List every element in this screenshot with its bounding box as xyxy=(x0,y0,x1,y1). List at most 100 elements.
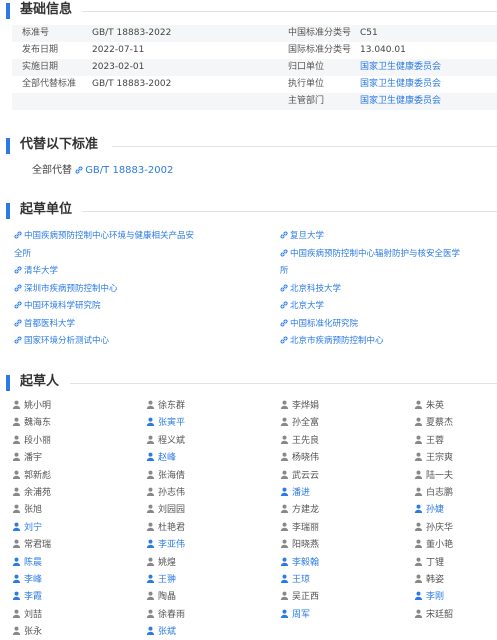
drafter-name: 李烨娟 xyxy=(292,401,320,411)
person-icon xyxy=(280,452,289,462)
drafter-name: 刘宁 xyxy=(24,522,43,533)
drafter-name: 陶晶 xyxy=(158,592,177,603)
info-link[interactable]: 国家卫生健康委员会 xyxy=(360,59,441,76)
drafting-unit-name: 首都医科大学 xyxy=(24,318,76,329)
drafter-item[interactable]: 李亚伟 xyxy=(146,538,185,552)
info-label: 全部代替标准 xyxy=(22,79,77,89)
drafter-name: 李毅翰 xyxy=(292,557,320,568)
section-replaces: 代替以下标准 xyxy=(0,135,497,157)
drafter-item: 姚煌 xyxy=(146,556,176,570)
drafting-unit-link[interactable]: 北京市疾病预防控制中心 xyxy=(280,334,384,348)
drafting-unit-link[interactable]: 全所 xyxy=(14,247,31,261)
drafter-item[interactable]: 李峰 xyxy=(12,573,42,587)
section-divider xyxy=(82,211,497,212)
drafting-unit-link[interactable]: 复旦大学 xyxy=(280,229,324,243)
drafter-item: 张旭 xyxy=(12,503,42,517)
link-icon xyxy=(280,301,288,309)
replaces-link[interactable]: GB/T 18883-2002 xyxy=(85,165,173,176)
info-row: 实施日期 2023-02-01 归口单位 国家卫生健康委员会 xyxy=(12,59,497,76)
person-icon xyxy=(146,400,155,409)
section-basic-info: 基础信息 xyxy=(0,0,497,22)
drafter-item: 吴正西 xyxy=(280,590,319,604)
drafting-unit-link[interactable]: 中国疾病预防控制中心环境与健康相关产品安 xyxy=(14,229,194,243)
person-icon xyxy=(12,539,21,549)
person-icon xyxy=(146,487,155,496)
drafting-unit-link[interactable]: 首都医科大学 xyxy=(14,317,75,331)
link-icon xyxy=(14,336,22,344)
replaces-label: 全部代替 xyxy=(32,165,72,176)
info-label: 执行单位 xyxy=(288,79,325,89)
drafter-item[interactable]: 张斌 xyxy=(146,625,176,639)
person-icon xyxy=(414,417,423,427)
info-value: GB/T 18883-2022 xyxy=(92,28,172,38)
person-icon xyxy=(414,591,423,601)
drafter-name: 李刚 xyxy=(426,592,445,603)
person-icon xyxy=(146,470,155,479)
person-icon xyxy=(12,591,21,601)
person-icon xyxy=(414,539,423,549)
drafter-name: 陆一夫 xyxy=(426,470,454,481)
link-icon xyxy=(280,319,288,327)
info-value: 2023-02-01 xyxy=(92,62,145,72)
drafting-unit-name: 全所 xyxy=(14,248,32,259)
drafter-name: 赵峰 xyxy=(158,453,177,464)
drafter-item[interactable]: 陈晨 xyxy=(12,556,42,570)
person-icon xyxy=(280,522,289,531)
drafter-item: 郭新彪 xyxy=(12,469,51,483)
drafter-name: 张寅平 xyxy=(158,418,186,429)
info-row: 发布日期 2022-07-11 国际标准分类号 13.040.01 xyxy=(12,42,497,59)
drafting-unit-link[interactable]: 深圳市疾病预防控制中心 xyxy=(14,282,118,296)
info-link[interactable]: 国家卫生健康委员会 xyxy=(360,76,441,93)
person-icon xyxy=(414,609,423,618)
drafter-item: 王先良 xyxy=(280,434,319,448)
drafter-item[interactable]: 王琼 xyxy=(280,573,310,587)
drafter-name: 李霞 xyxy=(24,592,43,603)
drafter-item[interactable]: 李毅翰 xyxy=(280,556,319,570)
drafter-name: 姚煌 xyxy=(158,557,177,568)
drafting-unit-link[interactable]: 北京科技大学 xyxy=(280,282,341,296)
drafter-item[interactable]: 李刚 xyxy=(414,590,444,604)
person-icon xyxy=(280,609,289,618)
drafting-unit-link[interactable]: 中国标准化研究院 xyxy=(280,317,358,331)
drafter-item[interactable]: 孙婕 xyxy=(414,503,444,517)
drafter-item: 韩姿 xyxy=(414,573,444,587)
section-drafters: 起草人 xyxy=(0,372,497,394)
person-icon xyxy=(146,522,155,531)
drafter-item: 刘园园 xyxy=(146,503,185,517)
drafting-unit-name: 北京市疾病预防控制中心 xyxy=(290,336,384,346)
info-label: 主管部门 xyxy=(288,96,325,106)
section-divider xyxy=(112,146,497,147)
drafter-item: 程义斌 xyxy=(146,434,185,448)
drafting-unit-name: 中国标准化研究院 xyxy=(290,318,359,329)
drafter-item: 孙庆华 xyxy=(414,521,453,535)
drafter-name: 王宗爽 xyxy=(426,453,454,464)
drafting-unit-link[interactable]: 中国疾病预防控制中心辐射防护与核安全医学 xyxy=(280,247,460,261)
drafter-item[interactable]: 周军 xyxy=(280,608,310,622)
drafter-item[interactable]: 李霞 xyxy=(12,590,42,604)
drafter-item[interactable]: 刘宁 xyxy=(12,521,42,535)
drafter-name: 孙志伟 xyxy=(158,488,186,498)
drafting-unit-link[interactable]: 北京大学 xyxy=(280,299,324,313)
drafter-item[interactable]: 王翀 xyxy=(146,573,176,587)
person-icon xyxy=(146,452,155,462)
drafting-unit-name: 深圳市疾病预防控制中心 xyxy=(24,283,118,294)
drafting-unit-link[interactable]: 中国环境科学研究院 xyxy=(14,299,101,313)
drafter-item: 李瑞丽 xyxy=(280,521,319,535)
person-icon xyxy=(414,487,423,496)
drafting-unit-link[interactable]: 清华大学 xyxy=(14,264,58,278)
person-icon xyxy=(414,522,423,531)
person-icon xyxy=(146,574,155,583)
info-value: 13.040.01 xyxy=(360,45,406,55)
drafting-unit-link[interactable]: 国家环境分析测试中心 xyxy=(14,334,109,348)
drafter-item[interactable]: 潘进 xyxy=(280,486,310,500)
link-icon xyxy=(280,231,288,239)
person-icon xyxy=(12,470,21,479)
section-accent-bar xyxy=(6,375,10,391)
info-link[interactable]: 国家卫生健康委员会 xyxy=(360,93,441,110)
drafting-unit-link[interactable]: 所 xyxy=(280,264,289,278)
drafter-name: 潘宇 xyxy=(24,453,43,464)
drafter-name: 程义斌 xyxy=(158,435,186,446)
drafter-item[interactable]: 赵峰 xyxy=(146,451,176,465)
person-icon xyxy=(12,504,21,514)
drafter-item[interactable]: 张寅平 xyxy=(146,416,185,430)
